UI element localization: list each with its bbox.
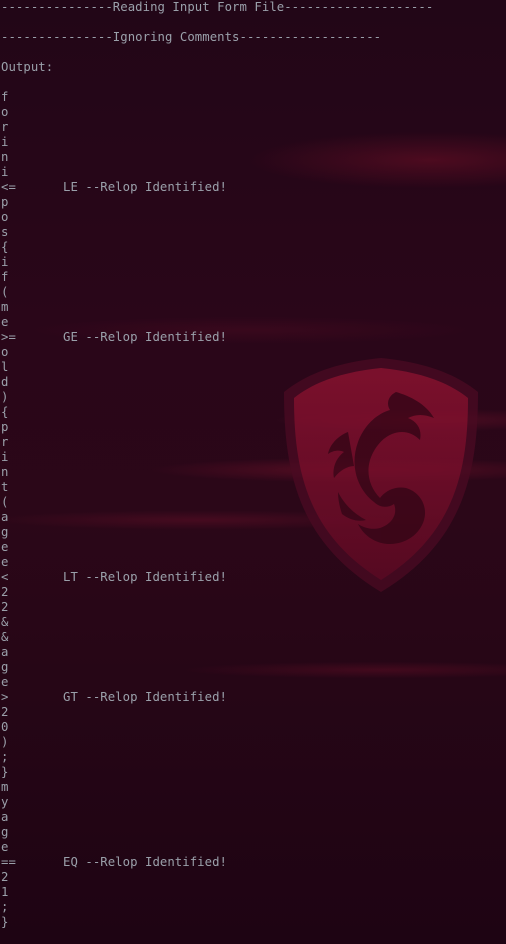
terminal-line: 2 bbox=[1, 585, 9, 599]
terminal-line: t bbox=[1, 480, 9, 494]
terminal-line: ( bbox=[1, 285, 9, 299]
terminal-line: ) bbox=[1, 735, 9, 749]
token-text: <= bbox=[1, 180, 16, 194]
terminal-line: i bbox=[1, 450, 9, 464]
terminal-line: a bbox=[1, 645, 9, 659]
terminal-line: f bbox=[1, 270, 9, 284]
terminal-line: a bbox=[1, 510, 9, 524]
terminal-line: >= GE --Relop Identified! bbox=[1, 330, 433, 345]
terminal-line: 2 bbox=[1, 705, 9, 719]
terminal-line: ; bbox=[1, 900, 9, 914]
terminal-line: & bbox=[1, 630, 9, 644]
terminal-line: e bbox=[1, 540, 9, 554]
terminal-line: 0 bbox=[1, 720, 9, 734]
terminal-line: m bbox=[1, 300, 9, 314]
terminal-line: 2 bbox=[1, 870, 9, 884]
terminal-line: i bbox=[1, 165, 9, 179]
terminal-line: < LT --Relop Identified! bbox=[1, 570, 433, 585]
terminal-line: ---------------Ignoring Comments--------… bbox=[1, 30, 382, 44]
terminal-line: p bbox=[1, 420, 9, 434]
relop-message: LE --Relop Identified! bbox=[63, 180, 227, 194]
terminal-line: g bbox=[1, 525, 9, 539]
terminal-line: > GT --Relop Identified! bbox=[1, 690, 433, 705]
terminal-line: e bbox=[1, 555, 9, 569]
terminal-line: r bbox=[1, 435, 9, 449]
terminal-line: ( bbox=[1, 495, 9, 509]
terminal-line: i bbox=[1, 135, 9, 149]
terminal-line: ; bbox=[1, 750, 9, 764]
terminal-line: o bbox=[1, 105, 9, 119]
terminal-line: a bbox=[1, 810, 9, 824]
token-text: >= bbox=[1, 330, 16, 344]
terminal-line: e bbox=[1, 675, 9, 689]
terminal-line: { bbox=[1, 240, 9, 254]
terminal-line: o bbox=[1, 345, 9, 359]
terminal-line: m bbox=[1, 780, 9, 794]
relop-message: LT --Relop Identified! bbox=[63, 570, 227, 584]
relop-message: GE --Relop Identified! bbox=[63, 330, 227, 344]
terminal-line: ) bbox=[1, 390, 9, 404]
terminal-line: d bbox=[1, 375, 9, 389]
terminal-line: 1 bbox=[1, 885, 9, 899]
terminal-line: s bbox=[1, 225, 9, 239]
terminal-line: & bbox=[1, 615, 9, 629]
terminal-line: <= LE --Relop Identified! bbox=[1, 180, 433, 195]
terminal-line: e bbox=[1, 315, 9, 329]
token-text: < bbox=[1, 570, 9, 584]
terminal-line: f bbox=[1, 90, 9, 104]
terminal-line: e bbox=[1, 840, 9, 854]
terminal-line: l bbox=[1, 360, 9, 374]
terminal-line: } bbox=[1, 915, 9, 929]
terminal-line: i bbox=[1, 255, 9, 269]
terminal-line: 2 bbox=[1, 600, 9, 614]
terminal-line: == EQ --Relop Identified! bbox=[1, 855, 433, 870]
terminal-line: o bbox=[1, 210, 9, 224]
terminal-line: { bbox=[1, 405, 9, 419]
terminal-line: n bbox=[1, 150, 9, 164]
terminal-line: p bbox=[1, 195, 9, 209]
token-text: == bbox=[1, 855, 16, 869]
terminal-output: ---------------Reading Input Form File--… bbox=[1, 0, 433, 930]
relop-message: EQ --Relop Identified! bbox=[63, 855, 227, 869]
terminal-line: n bbox=[1, 465, 9, 479]
terminal-line: Output: bbox=[1, 60, 54, 74]
relop-message: GT --Relop Identified! bbox=[63, 690, 227, 704]
terminal-line: y bbox=[1, 795, 9, 809]
terminal-line: g bbox=[1, 825, 9, 839]
terminal-line: ---------------Reading Input Form File--… bbox=[1, 0, 434, 14]
terminal-line: g bbox=[1, 660, 9, 674]
token-text: > bbox=[1, 690, 9, 704]
terminal-line: r bbox=[1, 120, 9, 134]
terminal-line: } bbox=[1, 765, 9, 779]
